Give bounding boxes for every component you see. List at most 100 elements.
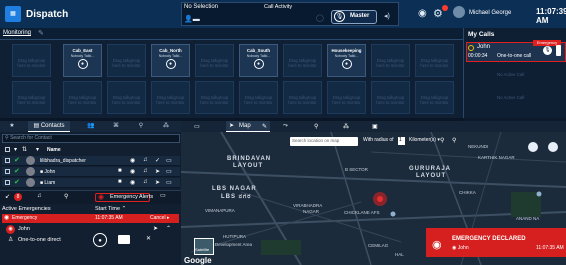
ptt-icon[interactable]: ◉ <box>130 157 135 164</box>
column-header-name[interactable]: Name <box>47 147 61 153</box>
contacts-icon: ▤ <box>33 123 41 129</box>
locate-icon[interactable]: ✓ <box>155 157 160 164</box>
map-label: LAYOUT <box>416 173 447 179</box>
locate-icon[interactable]: ➤ <box>153 225 158 232</box>
google-logo: Google <box>184 256 212 265</box>
alert-count-badge: 8 <box>14 193 22 201</box>
alert-icon[interactable]: ♫ <box>143 157 148 163</box>
monitor-tile-cab-south[interactable]: Cab_South Nobody Talki... ● <box>239 44 278 77</box>
location-icon[interactable]: ⚲ <box>132 121 150 132</box>
contact-name: lilibhadra_dispatcher <box>40 158 86 164</box>
monitor-slot-empty[interactable]: Drag talkgroup here to monitor <box>283 81 322 114</box>
monitor-slot-empty[interactable]: Drag talkgroup here to monitor <box>63 81 102 114</box>
speaker-icon[interactable]: ◂) <box>384 12 390 20</box>
monitor-tile-cab-north[interactable]: Cab_North Nobody Talki... ● <box>151 44 190 77</box>
radio-icon[interactable]: ⌘ <box>107 121 125 132</box>
ptt-button[interactable]: ● <box>93 233 107 247</box>
tab-monitoring[interactable]: Monitoring <box>3 30 31 36</box>
locate-icon[interactable]: ➤ <box>155 179 160 186</box>
map-label: NAGAR <box>303 209 320 214</box>
avatar[interactable] <box>453 6 465 18</box>
status-check-icon: ✔ <box>14 179 20 186</box>
sort-icon[interactable]: ⇅ <box>22 146 27 153</box>
chevron-up-icon[interactable]: ⌃ <box>166 225 171 232</box>
emergency-icon: ◉ <box>432 239 442 251</box>
radius-input[interactable]: 1 <box>398 137 405 145</box>
avatar <box>26 167 35 176</box>
alert-icon[interactable]: ♫ <box>143 179 148 185</box>
search-icon[interactable]: ⚲ <box>440 137 444 144</box>
more-options-icon[interactable] <box>556 45 561 56</box>
ptt-icon[interactable]: ◉ <box>130 168 135 175</box>
route-icon[interactable]: ⤳ <box>283 123 288 130</box>
edit-icon[interactable]: ✎ <box>38 29 44 37</box>
layers-icon[interactable]: ▣ <box>372 123 378 130</box>
emergency-declared-toast[interactable] <box>426 228 566 257</box>
edit-icon[interactable]: ✎ <box>262 123 267 130</box>
message-icon[interactable]: ▭ <box>166 157 172 164</box>
contact-name: ■ Liam <box>40 180 56 186</box>
monitor-slot-empty[interactable]: Drag talkgroup here to monitor <box>283 44 322 77</box>
no-active-call: No Active Call <box>497 95 525 100</box>
video-icon[interactable]: ■ <box>118 168 122 174</box>
user-name: Michael George <box>469 10 512 16</box>
dropdown-icon[interactable]: ▾ <box>14 146 17 153</box>
location-icon[interactable]: ⚲ <box>314 123 318 130</box>
chat-icon[interactable]: ▭ <box>160 192 166 199</box>
bell-icon[interactable]: ♫ <box>37 193 42 199</box>
map-label: HUTIPURA <box>223 234 247 239</box>
tab-contacts[interactable]: ▤ Contacts <box>28 121 70 132</box>
network-icon[interactable]: ⁂ <box>157 121 175 132</box>
groups-icon[interactable]: 👥 <box>82 121 100 132</box>
alert-icon[interactable]: ♫ <box>143 168 148 174</box>
call-end-icon[interactable]: ✕ <box>146 235 151 242</box>
person-icon: ♙ <box>8 237 14 243</box>
monitor-slot-empty[interactable]: Drag talkgroup here to monitor <box>12 81 51 114</box>
monitor-slot-empty[interactable]: Drag talkgroup here to monitor <box>107 81 146 114</box>
monitor-tile-housekeeping[interactable]: Housekeeping Nobody Talki... ● <box>327 44 366 77</box>
row-checkbox[interactable] <box>5 158 10 163</box>
emergency-list-icon[interactable]: ↙ <box>5 193 10 200</box>
map-label: CHICKLANE AFS <box>344 210 380 215</box>
monitor-slot-empty[interactable]: Drag talkgroup here to monitor <box>195 81 234 114</box>
monitor-slot-empty[interactable]: Drag talkgroup here to monitor <box>415 44 454 77</box>
record-icon[interactable]: ◉ <box>418 8 427 19</box>
video-icon[interactable]: ■ <box>118 179 122 185</box>
monitor-slot-empty[interactable]: Drag talkgroup here to monitor <box>195 44 234 77</box>
monitor-slot-empty[interactable]: Drag talkgroup here to monitor <box>327 81 366 114</box>
message-icon[interactable] <box>118 235 130 244</box>
radius-unit-dropdown[interactable]: Kilometer(s) ▾ <box>409 137 440 143</box>
monitor-tile-cab-east[interactable]: Cab_East Nobody Talki... ● <box>63 44 102 77</box>
monitor-slot-empty[interactable]: Drag talkgroup here to monitor <box>12 44 51 77</box>
app-title: Dispatch <box>26 9 69 20</box>
message-icon[interactable]: ▭ <box>166 179 172 186</box>
row-checkbox[interactable] <box>5 180 10 185</box>
emergency-label: Emergency <box>12 215 38 221</box>
locate-icon[interactable]: ➤ <box>155 168 160 175</box>
favorites-star-icon[interactable]: ★ <box>2 121 22 132</box>
location-icon[interactable]: ⚲ <box>452 137 456 144</box>
monitor-slot-empty[interactable]: Drag talkgroup here to monitor <box>371 81 410 114</box>
ptt-icon[interactable]: ◉ <box>130 179 135 186</box>
people-icon[interactable]: ⁂ <box>343 123 349 130</box>
map-search-placeholder: Search location on map <box>292 138 340 143</box>
active-emergencies-title: Active Emergencies <box>2 206 51 212</box>
microphone-icon[interactable]: 🎙 <box>543 46 552 55</box>
chat-icon[interactable]: ▭ <box>194 123 200 130</box>
monitor-slot-empty[interactable]: Drag talkgroup here to monitor <box>107 44 146 77</box>
monitor-slot-empty[interactable]: Drag talkgroup here to monitor <box>151 81 190 114</box>
monitor-slot-empty[interactable]: Drag talkgroup here to monitor <box>239 81 278 114</box>
message-icon[interactable]: ▭ <box>166 168 172 175</box>
filter-icon[interactable]: ▾ <box>36 146 39 153</box>
call-timer: 00:00:34 <box>468 53 488 59</box>
monitor-slot-empty[interactable]: Drag talkgroup here to monitor <box>371 44 410 77</box>
cancel-emergency-button[interactable]: Cancel ▸ <box>150 215 169 221</box>
location-icon[interactable]: ⚲ <box>64 193 68 200</box>
dispatch-logo-icon: ▦ <box>5 6 21 22</box>
select-all-checkbox[interactable] <box>5 147 10 152</box>
row-checkbox[interactable] <box>5 169 10 174</box>
microphone-icon: 🎙 <box>334 11 345 22</box>
ring-icon: ◯ <box>316 15 324 22</box>
map-label: GURURAJA <box>409 166 452 172</box>
monitor-slot-empty[interactable]: Drag talkgroup here to monitor <box>415 81 454 114</box>
